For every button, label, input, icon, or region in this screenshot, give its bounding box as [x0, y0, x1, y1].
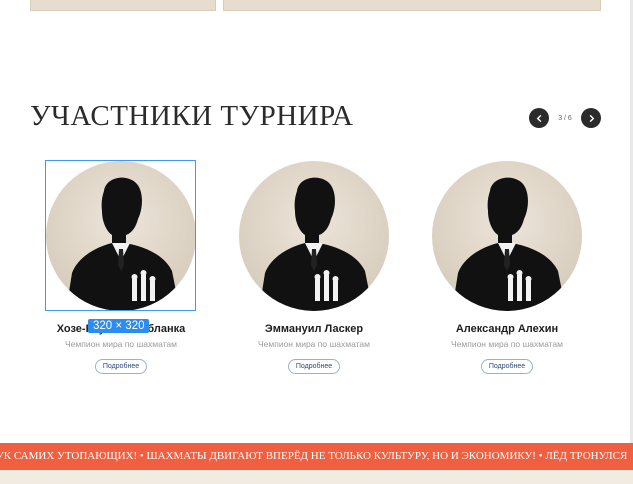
prev-button[interactable]	[529, 108, 549, 128]
next-button[interactable]	[581, 108, 601, 128]
carousel-pager: 3 / 6	[529, 108, 601, 128]
member-portrait[interactable]	[239, 161, 389, 311]
member-card: Александр Алехин Чемпион мира по шахмата…	[432, 161, 582, 374]
selection-outline[interactable]	[45, 160, 196, 311]
more-button[interactable]: Подробнее	[480, 359, 534, 374]
more-button[interactable]: Подробнее	[287, 359, 341, 374]
member-card: Эммануил Ласкер Чемпион мира по шахматам…	[239, 161, 389, 374]
member-role: Чемпион мира по шахматам	[257, 339, 371, 349]
member-role: Чемпион мира по шахматам	[450, 339, 564, 349]
chevron-right-icon	[589, 114, 594, 122]
member-name: Эммануил Ласкер	[264, 323, 364, 335]
section-title: УЧАСТНИКИ ТУРНИРА	[30, 100, 354, 132]
top-card-left[interactable]	[30, 0, 216, 11]
silhouette-icon	[452, 177, 566, 311]
member-portrait[interactable]	[432, 161, 582, 311]
ticker-text: УК САМИХ УТОПАЮЩИХ! • ШАХМАТЫ ДВИГАЮТ ВП…	[0, 450, 628, 462]
news-ticker: УК САМИХ УТОПАЮЩИХ! • ШАХМАТЫ ДВИГАЮТ ВП…	[0, 443, 633, 470]
top-cards-row	[0, 0, 633, 12]
footer-strip	[0, 470, 633, 484]
member-role: Чемпион мира по шахматам	[64, 339, 178, 349]
member-name: Александр Алехин	[455, 323, 559, 335]
silhouette-icon	[259, 177, 373, 311]
chevron-left-icon	[536, 114, 541, 122]
top-card-right[interactable]	[223, 0, 601, 11]
more-button[interactable]: Подробнее	[94, 359, 148, 374]
slide-counter: 3 / 6	[558, 114, 572, 122]
dimension-badge: 320 × 320	[88, 319, 150, 333]
